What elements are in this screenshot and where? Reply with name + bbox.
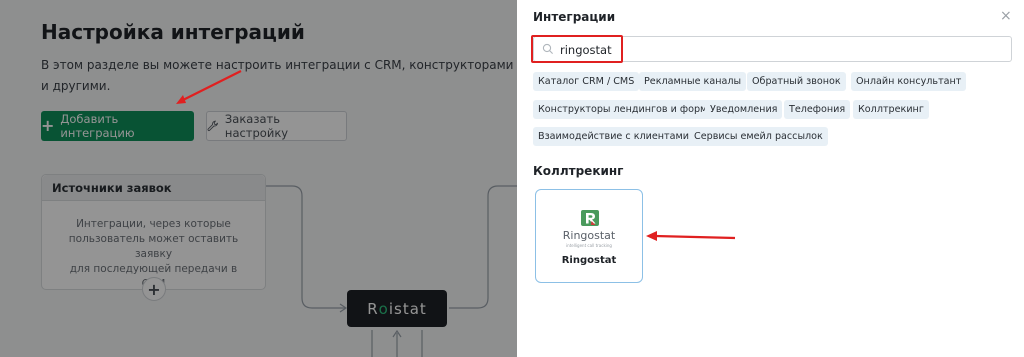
integration-card-ringostat[interactable]: Ringostat intelligent call tracking Ring… bbox=[535, 189, 643, 283]
chip-notifications[interactable]: Уведомления bbox=[705, 100, 783, 119]
chip-landing-builders[interactable]: Конструкторы лендингов и форм bbox=[533, 100, 713, 119]
ringostat-logo-text: Ringostat bbox=[562, 229, 616, 242]
chip-ad-channels[interactable]: Рекламные каналы bbox=[639, 72, 747, 91]
chip-online-consultant[interactable]: Онлайн консультант bbox=[851, 72, 967, 91]
chip-callback[interactable]: Обратный звонок bbox=[747, 72, 846, 91]
section-title-calltracking: Коллтрекинг bbox=[533, 164, 624, 178]
chip-telephony[interactable]: Телефония bbox=[784, 100, 851, 119]
integrations-panel: Интеграции × Каталог CRM / CMS Рекламные… bbox=[517, 0, 1024, 357]
chip-catalog-crm-cms[interactable]: Каталог CRM / CMS bbox=[533, 72, 640, 91]
integrations-settings-page: Настройка интеграций В этом разделе вы м… bbox=[0, 0, 517, 357]
close-icon[interactable]: × bbox=[1000, 9, 1012, 23]
modal-backdrop[interactable] bbox=[0, 0, 517, 357]
chip-client-interaction[interactable]: Взаимодействие с клиентами bbox=[533, 127, 694, 146]
search-input[interactable] bbox=[560, 41, 1000, 59]
ringostat-logo-icon bbox=[581, 210, 599, 226]
chip-email-services[interactable]: Сервисы емейл рассылок bbox=[689, 127, 828, 146]
integration-card-name: Ringostat bbox=[561, 255, 617, 266]
chip-calltracking[interactable]: Коллтрекинг bbox=[853, 100, 929, 119]
ringostat-logo-subtitle: intelligent call tracking bbox=[566, 243, 612, 248]
search-highlight-frame bbox=[531, 35, 623, 63]
panel-title: Интеграции bbox=[533, 10, 616, 24]
